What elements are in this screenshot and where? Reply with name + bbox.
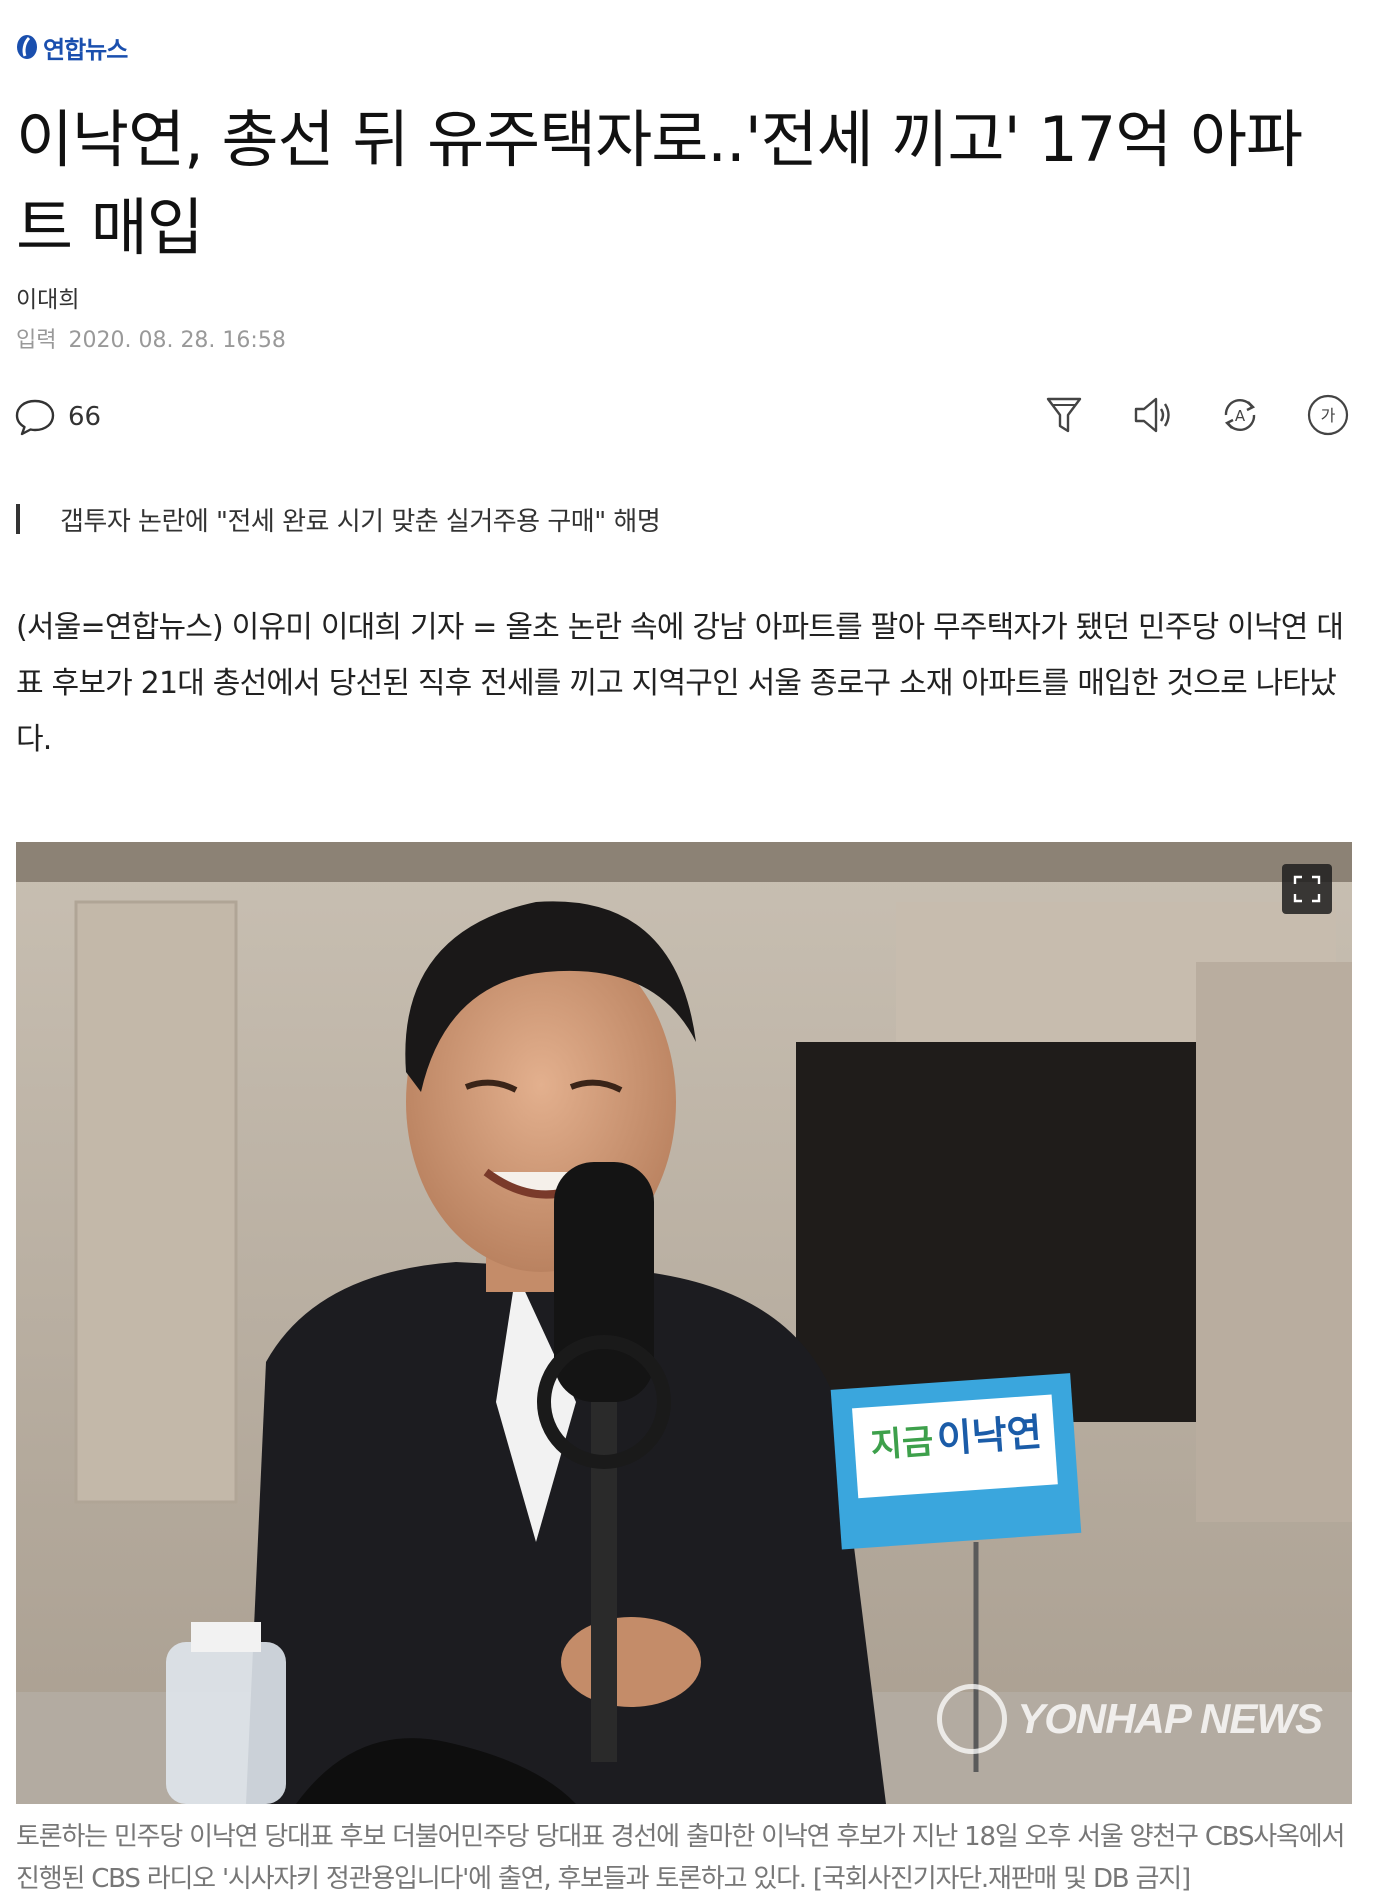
brand-name: 연합뉴스 [43,35,128,64]
photo-caption: 토론하는 민주당 이낙연 당대표 후보 더불어민주당 당대표 경선에 출마한 이… [16,1822,1345,1894]
comment-icon [15,399,55,436]
date-value: 2020. 08. 28. 16:58 [68,328,286,353]
translate-button[interactable]: A [1218,393,1262,437]
article-photo[interactable]: 지금이낙연 YONHAP NEWS [16,842,1352,1804]
font-size-button[interactable]: 가 [1306,393,1350,437]
summary-bar [16,504,20,534]
article-page: 연합뉴스 이낙연, 총선 뒤 유주택자로..'전세 끼고' 17억 아파트 매입… [0,0,1380,1900]
translate-icon: A [1224,399,1256,431]
photo-watermark: YONHAP NEWS [937,1684,1323,1754]
sign-text-green: 지금 [869,1421,935,1466]
date-label: 입력 [16,328,57,353]
article-title: 이낙연, 총선 뒤 유주택자로..'전세 끼고' 17억 아파트 매입 [16,103,1303,264]
summary-text: 갭투자 논란에 "전세 완료 시기 맞춘 실거주용 구매" 해명 [60,506,661,537]
filter-icon [1046,397,1082,433]
yonhap-watermark-icon [937,1684,1008,1754]
watermark-text: YONHAP NEWS [1017,1695,1323,1742]
font-size-glyph: 가 [1321,406,1336,425]
listen-button[interactable] [1130,393,1174,437]
sign-text-blue: 이낙연 [935,1410,1044,1462]
filter-button[interactable] [1042,393,1086,437]
fullscreen-icon [1293,875,1321,903]
yonhap-logo[interactable]: 연합뉴스 [16,30,128,64]
publish-date: 입력 2020. 08. 28. 16:58 [16,322,286,354]
article-paragraph: (서울=연합뉴스) 이유미 이대희 기자 = 올초 논란 속에 강남 아파트를 … [16,610,1344,757]
yonhap-logo-icon [17,35,37,59]
article-summary: 갭투자 논란에 "전세 완료 시기 맞춘 실거주용 구매" 해명 [16,500,661,538]
author-name[interactable]: 이대희 [16,280,79,314]
comment-button[interactable]: 66 [14,397,101,437]
article-tools: A 가 [1042,393,1350,437]
speaker-icon [1134,397,1170,433]
comment-count: 66 [68,402,102,432]
expand-photo-button[interactable] [1282,864,1332,914]
photo-illustration [16,842,1352,1804]
translate-glyph: A [1235,407,1246,425]
font-size-icon: 가 [1307,394,1349,436]
